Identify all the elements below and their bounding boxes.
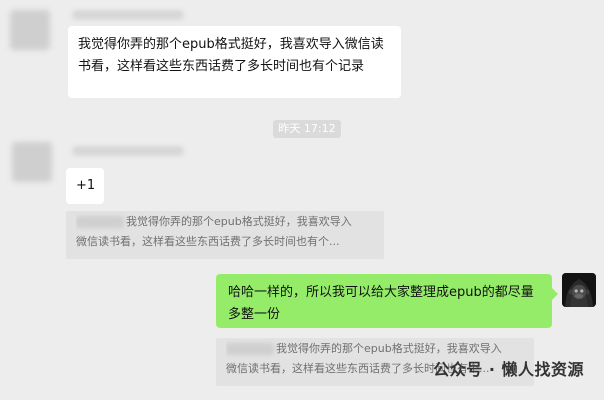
- time-separator: 昨天 17:12: [273, 120, 341, 138]
- time-separator-label: 昨天 17:12: [278, 122, 336, 135]
- quote-2-text-line-1: 我觉得你弄的那个epub格式挺好，我喜欢导入: [276, 342, 502, 355]
- quote-2-sender-blurred: [226, 343, 274, 355]
- quoted-message-1[interactable]: 我觉得你弄的那个epub格式挺好，我喜欢导入 微信读书看，这样看这些东西话费了多…: [66, 211, 384, 259]
- sender-avatar-blurred-2[interactable]: [12, 142, 52, 182]
- hooded-monkey-avatar-icon: [562, 273, 596, 307]
- message-bubble-self[interactable]: 哈哈一样的，所以我可以给大家整理成epub的都尽量多整一份: [216, 274, 558, 328]
- quote-line-1: 我觉得你弄的那个epub格式挺好，我喜欢导入: [76, 212, 374, 232]
- chat-window: 我觉得你弄的那个epub格式挺好，我喜欢导入微信读书看，这样看这些东西话费了多长…: [0, 0, 604, 400]
- message-text-plus-one: +1: [76, 178, 96, 193]
- quote-1-text-line-1: 我觉得你弄的那个epub格式挺好，我喜欢导入: [126, 215, 352, 228]
- quote-line-2: 微信读书看，这样看这些东西话费了多长时间也有个...: [76, 232, 374, 252]
- message-text-first: 我觉得你弄的那个epub格式挺好，我喜欢导入微信读书看，这样看这些东西话费了多长…: [78, 37, 384, 74]
- self-avatar[interactable]: [562, 273, 596, 307]
- message-bubble-first[interactable]: 我觉得你弄的那个epub格式挺好，我喜欢导入微信读书看，这样看这些东西话费了多长…: [68, 26, 401, 98]
- message-text-self: 哈哈一样的，所以我可以给大家整理成epub的都尽量多整一份: [228, 285, 534, 322]
- sender-avatar-blurred[interactable]: [10, 10, 50, 50]
- quote-1-text-line-2: 微信读书看，这样看这些东西话费了多长时间也有个...: [76, 235, 340, 248]
- watermark-text: 公众号 · 懒人找资源: [433, 360, 584, 379]
- message-bubble-plus-one[interactable]: +1: [66, 168, 104, 204]
- sender-nickname-blurred: [72, 10, 184, 20]
- sender-nickname-blurred-2: [72, 146, 184, 156]
- quote-sender-blurred: [76, 216, 124, 228]
